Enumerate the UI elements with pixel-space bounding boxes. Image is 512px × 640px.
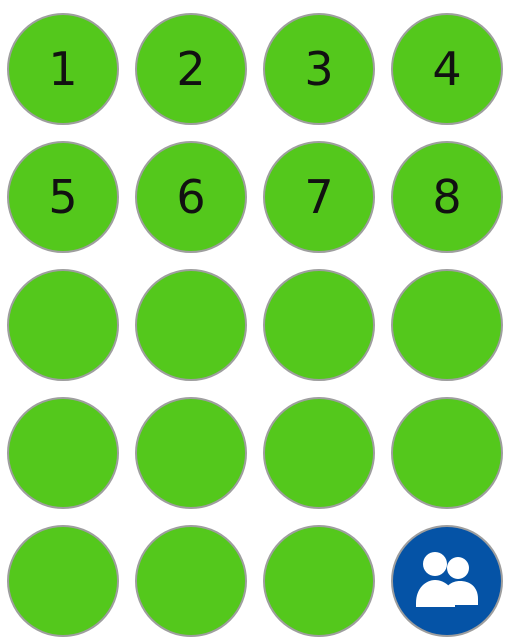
- tile-empty[interactable]: [135, 269, 247, 381]
- tile-3[interactable]: 3: [263, 13, 375, 125]
- tile-empty[interactable]: [7, 525, 119, 637]
- tile-empty[interactable]: [263, 525, 375, 637]
- tile-7[interactable]: 7: [263, 141, 375, 253]
- tile-empty[interactable]: [391, 397, 503, 509]
- tile-empty[interactable]: [391, 269, 503, 381]
- group-button[interactable]: [391, 525, 503, 637]
- tile-8[interactable]: 8: [391, 141, 503, 253]
- tile-2[interactable]: 2: [135, 13, 247, 125]
- tile-1[interactable]: 1: [7, 13, 119, 125]
- tile-6[interactable]: 6: [135, 141, 247, 253]
- tile-empty[interactable]: [135, 397, 247, 509]
- tile-empty[interactable]: [135, 525, 247, 637]
- tile-empty[interactable]: [263, 397, 375, 509]
- tile-empty[interactable]: [263, 269, 375, 381]
- tile-4[interactable]: 4: [391, 13, 503, 125]
- group-people-icon: [416, 552, 478, 607]
- tile-empty[interactable]: [7, 269, 119, 381]
- tile-grid: 1 2 3 4 5 6 7 8: [0, 0, 512, 640]
- tile-5[interactable]: 5: [7, 141, 119, 253]
- tile-empty[interactable]: [7, 397, 119, 509]
